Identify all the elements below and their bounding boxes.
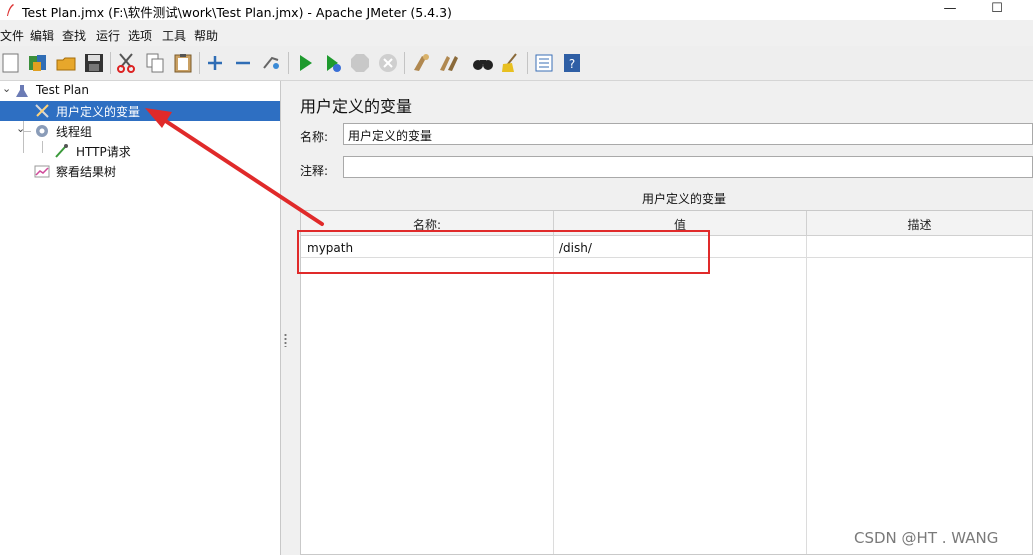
- table-title: 用户定义的变量: [641, 192, 726, 206]
- name-field[interactable]: 用户定义的变量: [343, 123, 1033, 145]
- page-title: 用户定义的变量: [300, 97, 413, 116]
- tree-node-label: 线程组: [56, 125, 93, 139]
- jmeter-feather-icon: [7, 4, 14, 16]
- new-icon[interactable]: [0, 52, 22, 74]
- column-divider: [553, 236, 554, 554]
- open-icon[interactable]: [55, 52, 77, 74]
- menu-search[interactable]: 查找: [62, 27, 86, 44]
- toolbar: ?: [0, 46, 1033, 81]
- stop-icon[interactable]: [349, 52, 371, 74]
- toolbar-separator: [110, 52, 111, 74]
- clear-icon[interactable]: [410, 52, 432, 74]
- save-icon[interactable]: [83, 52, 105, 74]
- reset-search-icon[interactable]: [500, 52, 522, 74]
- chart-icon: [34, 165, 50, 178]
- menu-bar: 文件 编辑 查找 运行 选项 工具 帮助: [0, 24, 1033, 44]
- templates-icon[interactable]: [27, 52, 49, 74]
- collapse-icon[interactable]: [232, 52, 254, 74]
- copy-icon[interactable]: [144, 52, 166, 74]
- gear-icon: [36, 125, 48, 137]
- search-icon[interactable]: [472, 52, 494, 74]
- tools-icon: [35, 104, 49, 118]
- name-label: 名称:: [300, 130, 329, 144]
- watermark: CSDN @HT . WANG: [854, 529, 999, 547]
- start-icon[interactable]: [294, 52, 316, 74]
- tree-node-label: HTTP请求: [76, 145, 131, 159]
- chevron-down-icon[interactable]: ⌄: [16, 123, 28, 135]
- maximize-button[interactable]: ☐: [977, 0, 1017, 20]
- column-header-description[interactable]: 描述: [807, 211, 1032, 236]
- test-plan-icon: [16, 85, 28, 97]
- tree-node-view-results-tree[interactable]: 察看结果树: [0, 161, 280, 181]
- toggle-icon[interactable]: [260, 52, 282, 74]
- tree-node-label: 用户定义的变量: [56, 105, 141, 119]
- comment-label: 注释:: [300, 164, 329, 178]
- menu-help[interactable]: 帮助: [194, 27, 218, 44]
- split-pane-divider[interactable]: [281, 81, 291, 555]
- menu-options[interactable]: 选项: [128, 27, 152, 44]
- menu-run[interactable]: 运行: [96, 27, 120, 44]
- clear-all-icon[interactable]: [438, 52, 460, 74]
- window-title: Test Plan.jmx (F:\软件测试\work\Test Plan.jm…: [22, 5, 452, 20]
- minimize-button[interactable]: —: [930, 0, 970, 20]
- cut-icon[interactable]: [115, 52, 137, 74]
- column-divider: [806, 236, 807, 554]
- tree-node-label: Test Plan: [36, 83, 89, 97]
- toolbar-separator: [527, 52, 528, 74]
- comment-field[interactable]: [343, 156, 1033, 178]
- highlight-box: [297, 230, 710, 274]
- svg-text:?: ?: [569, 57, 575, 71]
- chevron-down-icon[interactable]: ⌄: [2, 83, 14, 95]
- user-defined-variables-panel: 用户定义的变量 名称: 用户定义的变量 注释: 用户定义的变量 名称: 值 描述…: [291, 81, 1033, 555]
- menu-edit[interactable]: 编辑: [30, 27, 54, 44]
- title-bar: Test Plan.jmx (F:\软件测试\work\Test Plan.jm…: [0, 0, 1033, 20]
- pipette-icon: [55, 144, 68, 158]
- toolbar-separator: [404, 52, 405, 74]
- drag-handle-icon[interactable]: [284, 333, 287, 347]
- menu-file[interactable]: 文件: [0, 27, 24, 44]
- shutdown-icon[interactable]: [377, 52, 399, 74]
- tree-node-thread-group[interactable]: ⌄ 线程组: [0, 121, 280, 141]
- start-no-pause-icon[interactable]: [322, 52, 344, 74]
- help-icon[interactable]: ?: [561, 52, 583, 74]
- test-plan-tree: ⌄ Test Plan 用户定义的变量 ⌄ 线程组 HTTP请求 察看结果树: [0, 81, 281, 555]
- tree-node-user-defined-variables[interactable]: 用户定义的变量: [0, 101, 280, 121]
- tree-node-test-plan[interactable]: ⌄ Test Plan: [0, 81, 280, 101]
- toolbar-separator: [288, 52, 289, 74]
- menu-tools[interactable]: 工具: [162, 27, 186, 44]
- tree-node-label: 察看结果树: [56, 165, 117, 179]
- function-helper-icon[interactable]: [533, 52, 555, 74]
- tree-node-http-request[interactable]: HTTP请求: [0, 141, 280, 161]
- expand-icon[interactable]: [204, 52, 226, 74]
- paste-icon[interactable]: [172, 52, 194, 74]
- toolbar-separator: [199, 52, 200, 74]
